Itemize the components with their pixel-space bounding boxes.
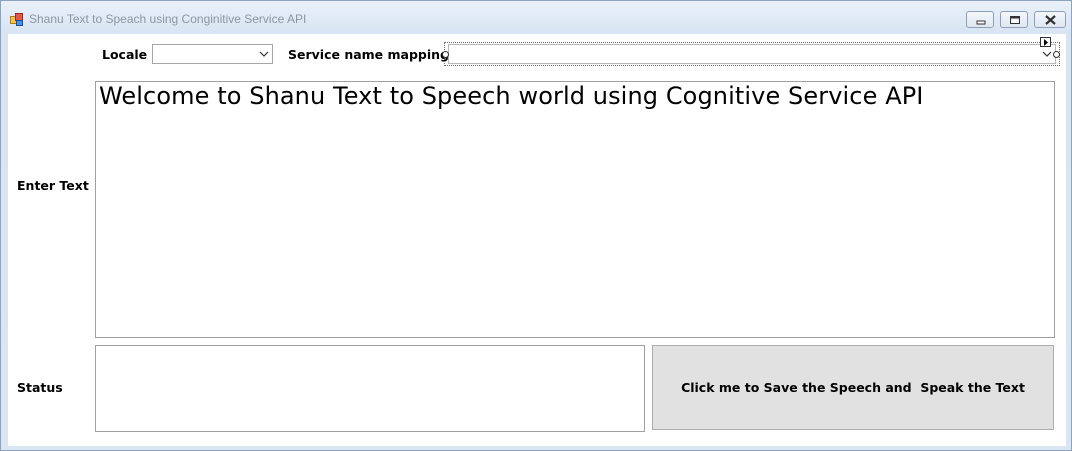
app-window: Shanu Text to Speach using Conginitive S… — [0, 0, 1072, 451]
chevron-down-icon — [259, 51, 269, 57]
enter-text-value: Welcome to Shanu Text to Speech world us… — [99, 82, 924, 110]
status-label: Status — [17, 380, 63, 395]
service-name-dropdown[interactable] — [448, 44, 1056, 64]
locale-dropdown[interactable] — [152, 44, 273, 64]
minimize-icon — [976, 20, 986, 25]
save-and-speak-button[interactable]: Click me to Save the Speech and Speak th… — [652, 345, 1054, 430]
smart-tag-button[interactable] — [1040, 37, 1051, 47]
window-title: Shanu Text to Speach using Conginitive S… — [29, 12, 307, 26]
minimize-button[interactable] — [966, 11, 994, 28]
restore-icon — [1010, 16, 1020, 24]
title-bar[interactable]: Shanu Text to Speach using Conginitive S… — [1, 1, 1071, 35]
smart-tag-arrow-icon — [1044, 39, 1048, 46]
status-text-box[interactable] — [95, 345, 645, 432]
enter-text-area[interactable]: Welcome to Shanu Text to Speech world us… — [95, 81, 1055, 338]
resize-handle-left[interactable] — [442, 51, 449, 58]
restore-button[interactable] — [1000, 11, 1028, 28]
chevron-down-icon — [1042, 51, 1052, 57]
form-client-area: Locale Service name mapping Enter Text W… — [8, 34, 1066, 446]
form-app-icon — [10, 13, 24, 27]
resize-handle-right[interactable] — [1053, 51, 1060, 58]
enter-text-label: Enter Text — [17, 178, 89, 193]
close-icon — [1045, 15, 1056, 25]
close-button[interactable] — [1034, 11, 1066, 28]
locale-label: Locale — [102, 47, 148, 62]
service-name-mapping-label: Service name mapping — [288, 47, 449, 62]
